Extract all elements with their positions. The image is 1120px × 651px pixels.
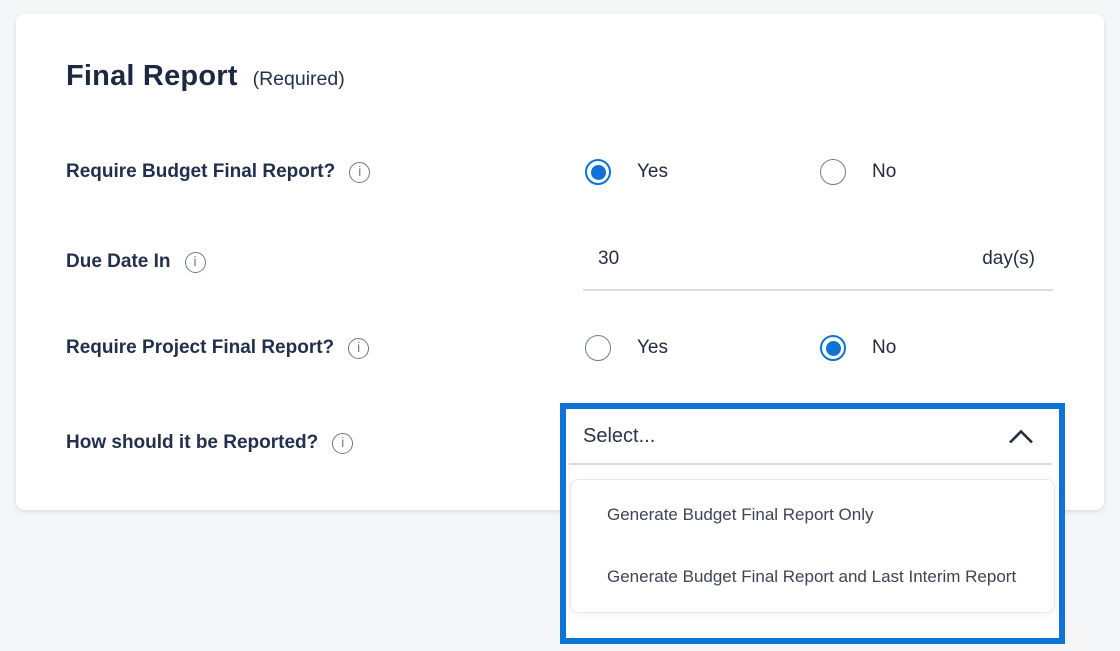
radio-label: Yes (637, 161, 668, 183)
radio-option-yes[interactable]: Yes (585, 331, 668, 365)
radio-option-no[interactable]: No (820, 155, 896, 189)
menu-option-budget-and-last-interim[interactable]: Generate Budget Final Report and Last In… (571, 546, 1054, 608)
radio-label: Yes (637, 337, 668, 359)
info-icon[interactable]: i (348, 338, 369, 359)
radio-selected-icon (585, 159, 611, 185)
radio-option-no[interactable]: No (820, 331, 896, 365)
radio-label: No (872, 161, 896, 183)
due-date-input-line: day(s) (583, 245, 1053, 291)
radio-option-yes[interactable]: Yes (585, 155, 668, 189)
info-glyph: i (358, 165, 361, 179)
dropdown-menu: Generate Budget Final Report Only Genera… (570, 479, 1055, 613)
radio-selected-icon (820, 335, 846, 361)
info-glyph: i (357, 341, 360, 355)
unit-label: day(s) (982, 248, 1053, 270)
radio-group-budget-final-report: Yes No (583, 155, 1053, 189)
radio-group-project-final-report: Yes No (583, 331, 1053, 365)
label-group: Due Date In i (66, 245, 206, 279)
row-require-project-final-report: Require Project Final Report? i Yes No (66, 331, 1070, 365)
report-type-dropdown: Select... Generate Budget Final Report O… (560, 403, 1065, 644)
label-group: How should it be Reported? i (66, 426, 353, 460)
field-label: Require Project Final Report? (66, 337, 334, 359)
page-title: Final Report (66, 60, 238, 93)
radio-unselected-icon (820, 159, 846, 185)
info-icon[interactable]: i (349, 162, 370, 183)
due-date-input[interactable] (583, 248, 798, 270)
label-group: Require Budget Final Report? i (66, 155, 370, 189)
row-require-budget-final-report: Require Budget Final Report? i Yes No (66, 155, 1070, 189)
chevron-up-icon (1007, 428, 1035, 445)
info-icon[interactable]: i (185, 252, 206, 273)
radio-unselected-icon (585, 335, 611, 361)
required-tag: (Required) (253, 68, 345, 91)
card-title-row: Final Report (Required) (66, 60, 345, 93)
menu-option-budget-only[interactable]: Generate Budget Final Report Only (571, 484, 1054, 546)
label-group: Require Project Final Report? i (66, 331, 369, 365)
info-glyph: i (341, 436, 344, 450)
field-label: Due Date In (66, 251, 171, 273)
radio-label: No (872, 337, 896, 359)
select-placeholder: Select... (583, 425, 655, 448)
select-divider (569, 463, 1052, 465)
report-type-select[interactable]: Select... (566, 409, 1059, 463)
info-icon[interactable]: i (332, 433, 353, 454)
field-label: Require Budget Final Report? (66, 161, 335, 183)
field-label: How should it be Reported? (66, 432, 318, 454)
info-glyph: i (194, 255, 197, 269)
row-due-date-in: Due Date In i day(s) (66, 245, 1070, 279)
